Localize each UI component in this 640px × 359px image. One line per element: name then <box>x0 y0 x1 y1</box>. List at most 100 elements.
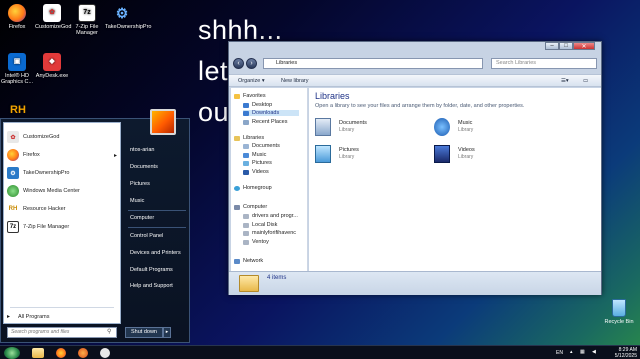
videos-library-icon <box>434 145 450 163</box>
start-search-input[interactable]: Search programs and files <box>7 327 117 338</box>
taskbar-media-player-icon[interactable] <box>78 348 88 358</box>
music-icon <box>243 152 249 158</box>
start-item-media-center[interactable]: Windows Media Center <box>7 183 119 199</box>
start-link-user[interactable]: ntos-arian <box>130 147 154 153</box>
desktop-icon-7zip[interactable]: 7z 7-Zip File Manager <box>70 4 104 36</box>
start-link-music[interactable]: Music <box>130 198 144 204</box>
item-count: 4 items <box>267 275 287 281</box>
taskbar-firefox-icon[interactable] <box>56 348 66 358</box>
network-tray-icon[interactable]: ▦ <box>580 349 585 355</box>
view-options-icon[interactable]: ☰▾ <box>561 78 569 84</box>
status-bar: 4 items <box>229 271 601 295</box>
back-button[interactable]: ‹ <box>233 58 244 69</box>
start-link-documents[interactable]: Documents <box>130 164 158 170</box>
nav-documents[interactable]: Documents <box>243 143 280 149</box>
user-avatar[interactable] <box>150 109 176 135</box>
nav-drive-ventoy[interactable]: Ventoy <box>243 239 269 245</box>
navigation-pane: Favorites Desktop Downloads Recent Place… <box>231 88 308 271</box>
nav-videos[interactable]: Videos <box>243 169 269 175</box>
nav-pictures[interactable]: Pictures <box>243 160 272 166</box>
start-item-customizegod[interactable]: ✿ CustomizeGod <box>7 129 119 145</box>
nav-drive-mainly[interactable]: mainlyforifihavenc <box>243 230 296 236</box>
submenu-arrow-icon[interactable]: ▸ <box>114 152 117 159</box>
shutdown-options-button[interactable]: ▸ <box>163 327 171 338</box>
new-library-button[interactable]: New library <box>281 78 309 84</box>
firefox-icon <box>8 4 26 22</box>
wallpaper-text-line-2: let <box>198 56 229 86</box>
start-item-7zip[interactable]: 7z 7-Zip File Manager <box>7 219 119 235</box>
toolbar: Organize ▾ New library ☰▾ ▭ <box>229 74 601 87</box>
desktop-icon-customizegod[interactable]: ✿ CustomizeGod <box>35 4 71 30</box>
desktop-icon-intel-graphics[interactable]: ▣ Intel® HD Graphics C... <box>0 53 34 85</box>
start-link-default-programs[interactable]: Default Programs <box>130 267 173 273</box>
desktop-icon-takeownership[interactable]: ⚙ TakeOwnershipPro <box>105 4 151 30</box>
volume-tray-icon[interactable]: ◀ <box>592 349 596 355</box>
start-link-pictures[interactable]: Pictures <box>130 181 150 187</box>
start-item-firefox[interactable]: Firefox ▸ <box>7 147 119 163</box>
library-pictures[interactable]: Pictures Library <box>315 145 435 165</box>
start-link-help-support[interactable]: Help and Support <box>130 283 173 289</box>
drive-icon <box>243 213 249 219</box>
language-indicator[interactable]: EN <box>556 350 563 356</box>
address-bar[interactable]: Libraries <box>263 58 483 69</box>
intel-graphics-icon: ▣ <box>8 53 26 71</box>
desktop-icon-firefox[interactable]: Firefox <box>0 4 34 30</box>
recent-places-icon <box>243 119 249 125</box>
start-link-computer[interactable]: Computer <box>130 215 154 221</box>
preview-pane-icon[interactable]: ▭ <box>583 78 588 84</box>
library-videos[interactable]: Videos Library <box>434 145 554 165</box>
start-menu-programs: ✿ CustomizeGod Firefox ▸ ⚙ TakeOwnership… <box>3 122 121 324</box>
nav-drive-drivers[interactable]: drivers and progr... <box>243 213 298 219</box>
wallpaper-text-line-3: ou <box>198 97 230 127</box>
resource-hacker-icon: RH <box>8 206 18 212</box>
start-orb-icon[interactable] <box>4 347 20 359</box>
maximize-button[interactable]: □ <box>559 42 573 50</box>
start-item-resource-hacker[interactable]: RH Resource Hacker <box>7 201 119 217</box>
libraries-icon <box>234 135 240 141</box>
page-title: Libraries <box>315 91 350 101</box>
taskbar-customizegod-icon[interactable] <box>100 348 110 358</box>
media-center-icon <box>7 185 19 197</box>
nav-downloads[interactable]: Downloads <box>243 110 299 116</box>
desktop-icon-label: Firefox <box>8 24 26 30</box>
start-link-control-panel[interactable]: Control Panel <box>130 233 163 239</box>
nav-network[interactable]: Network <box>234 258 263 264</box>
desktop-icon-label: TakeOwnershipPro <box>105 24 152 30</box>
desktop-icon-recycle-bin[interactable]: Recycle Bin <box>602 299 636 325</box>
library-music[interactable]: Music Library <box>434 118 554 138</box>
content-pane: Libraries Open a library to see your fil… <box>309 88 601 271</box>
documents-library-icon <box>315 118 331 136</box>
divider <box>128 227 186 228</box>
pictures-library-icon <box>315 145 331 163</box>
desktop-icon-label: AnyDesk.exe <box>35 73 69 79</box>
nav-music[interactable]: Music <box>243 152 266 158</box>
organize-button[interactable]: Organize ▾ <box>238 78 265 84</box>
chevron-right-icon: ▸ <box>7 314 11 320</box>
desktop-icon-anydesk[interactable]: ◆ AnyDesk.exe <box>35 53 69 79</box>
start-link-devices-printers[interactable]: Devices and Printers <box>130 250 181 256</box>
close-button[interactable]: ✕ <box>573 42 595 50</box>
library-documents[interactable]: Documents Library <box>315 118 435 138</box>
gear-icon: ⚙ <box>115 5 129 21</box>
nav-homegroup[interactable]: Homegroup <box>234 185 272 191</box>
minimize-button[interactable]: – <box>545 42 559 50</box>
start-item-takeownership[interactable]: ⚙ TakeOwnershipPro <box>7 165 119 181</box>
nav-computer[interactable]: Computer <box>234 204 267 210</box>
resource-hacker-icon: RH <box>10 104 26 116</box>
tray-expand-icon[interactable]: ▴ <box>570 349 573 355</box>
title-bar[interactable]: – □ ✕ <box>229 42 601 54</box>
nav-recent-places[interactable]: Recent Places <box>243 119 287 125</box>
search-input[interactable]: Search Libraries <box>491 58 597 69</box>
search-icon[interactable]: ⚲ <box>107 328 111 335</box>
shutdown-button[interactable]: Shut down <box>125 327 163 338</box>
taskbar-explorer-icon[interactable] <box>32 348 44 358</box>
nav-favorites[interactable]: Favorites <box>234 93 266 99</box>
nav-libraries[interactable]: Libraries <box>234 135 264 141</box>
clock[interactable]: 8:29 AM 5/12/2025 <box>615 347 637 359</box>
7zip-icon: 7z <box>7 221 19 233</box>
nav-drive-local-disk[interactable]: Local Disk <box>243 222 277 228</box>
forward-button[interactable]: › <box>246 58 257 69</box>
all-programs-button[interactable]: ▸ All Programs <box>7 313 50 321</box>
nav-desktop[interactable]: Desktop <box>243 102 272 108</box>
explorer-window[interactable]: – □ ✕ ‹ › Libraries Search Libraries Org… <box>228 41 602 295</box>
